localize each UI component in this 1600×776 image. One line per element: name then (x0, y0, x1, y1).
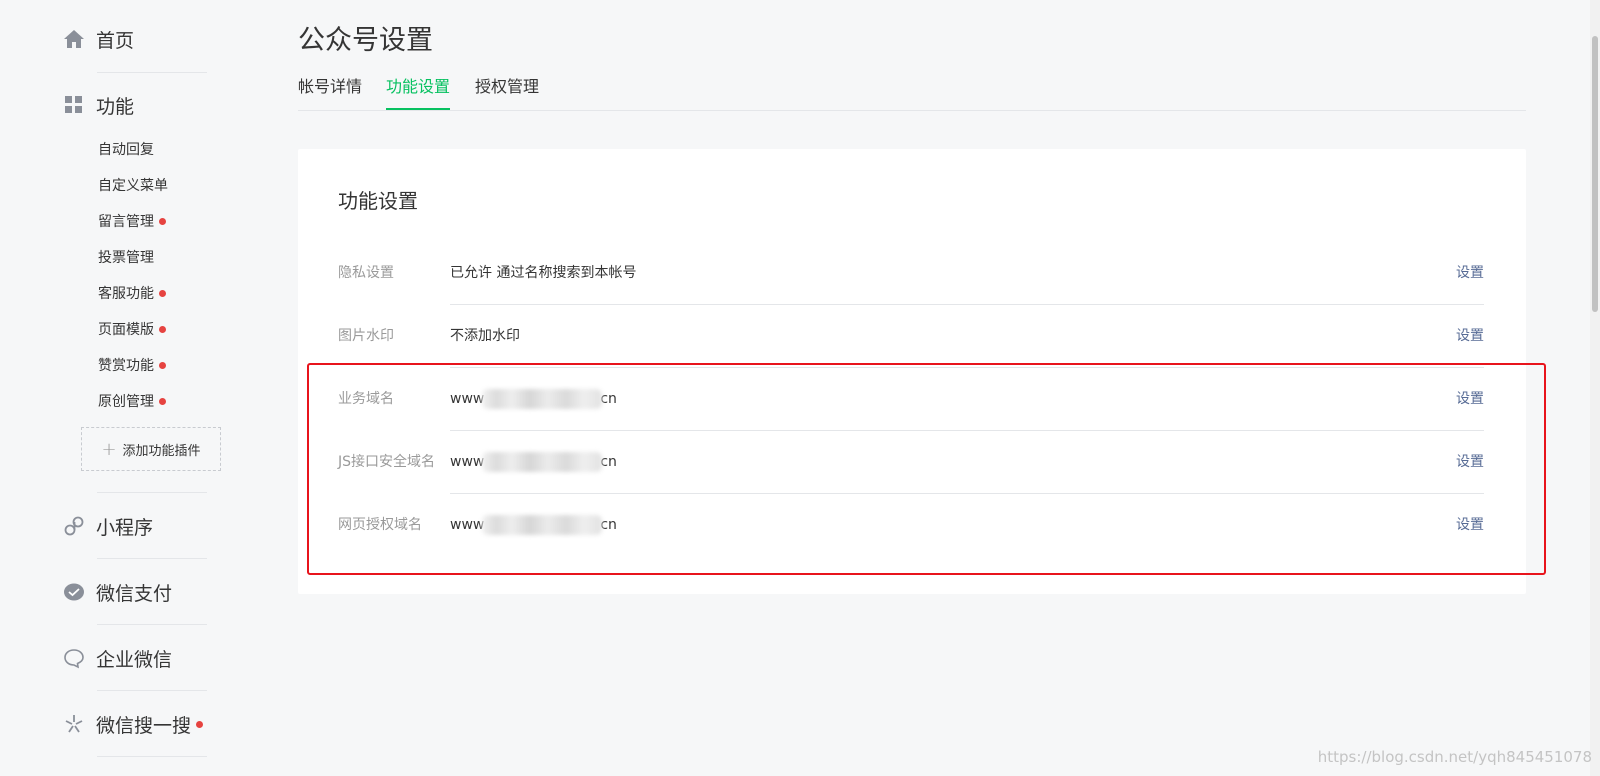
sidebar-item-label: 首页 (96, 29, 135, 52)
notification-dot (159, 325, 166, 333)
setting-label: 隐私设置 (338, 265, 394, 281)
sidebar-item-label: 微信搜一搜 (96, 714, 192, 737)
chat-bubble-icon (62, 646, 86, 670)
sidebar-subitem-label: 客服功能 (98, 286, 154, 302)
sidebar-subitem-label: 赞赏功能 (98, 358, 154, 374)
notification-dot (159, 397, 166, 405)
scrollbar[interactable] (1590, 0, 1600, 776)
tab-account-details[interactable]: 帐号详情 (298, 74, 362, 109)
page: 首页 功能 自动回复 自定义菜单 留言管理 投票管理 客服功能 页面模版 赞赏功… (0, 0, 1600, 776)
sidebar-subitem-voting[interactable]: 投票管理 (98, 246, 154, 268)
plus-icon: + (101, 438, 117, 460)
sidebar-subitem-custom-menu[interactable]: 自定义菜单 (98, 174, 168, 196)
settings-card: 功能设置 隐私设置 已允许 通过名称搜索到本帐号 设置 图片水印 不添加水印 设… (298, 149, 1526, 594)
sidebar-subitem-label: 页面模版 (98, 322, 154, 338)
watermark-set-link[interactable]: 设置 (1456, 305, 1484, 368)
sidebar-divider (97, 624, 207, 625)
sidebar: 首页 功能 自动回复 自定义菜单 留言管理 投票管理 客服功能 页面模版 赞赏功… (0, 0, 221, 776)
notification-dot (159, 361, 166, 369)
setting-value: 不添加水印 (450, 328, 520, 344)
sidebar-subitem-auto-reply[interactable]: 自动回复 (98, 138, 154, 160)
business-domain-set-link[interactable]: 设置 (1456, 368, 1484, 431)
watermark: https://blog.csdn.net/yqh845451078 (1317, 748, 1592, 766)
setting-row-privacy: 隐私设置 已允许 通过名称搜索到本帐号 设置 (338, 242, 1484, 305)
notification-dot (196, 720, 204, 728)
sidebar-item-label: 小程序 (96, 516, 154, 539)
sidebar-subitem-label: 自动回复 (98, 142, 154, 158)
link-icon (62, 514, 86, 538)
domain-prefix: www (450, 391, 485, 407)
sidebar-divider (97, 690, 207, 691)
setting-label: 图片水印 (338, 328, 394, 344)
setting-value: www cn (450, 431, 617, 494)
sidebar-item-home[interactable]: 首页 (62, 24, 134, 54)
setting-row-oauth-domain: 网页授权域名 www cn 设置 (338, 494, 1484, 557)
setting-value: www cn (450, 368, 617, 431)
setting-label: JS接口安全域名 (338, 454, 436, 470)
sidebar-item-wechat-pay[interactable]: 微信支付 (62, 577, 172, 607)
search-sparkle-icon (62, 712, 86, 736)
sidebar-item-wechat-search[interactable]: 微信搜一搜 (62, 709, 204, 739)
home-icon (62, 27, 86, 51)
privacy-set-link[interactable]: 设置 (1456, 242, 1484, 305)
setting-row-watermark: 图片水印 不添加水印 设置 (338, 305, 1484, 368)
blurred-domain (482, 389, 603, 409)
blurred-domain (482, 452, 603, 472)
sidebar-subitem-comments[interactable]: 留言管理 (98, 210, 166, 232)
setting-label: 业务域名 (338, 391, 394, 407)
js-domain-set-link[interactable]: 设置 (1456, 431, 1484, 494)
sidebar-subitem-rewards[interactable]: 赞赏功能 (98, 354, 166, 376)
page-title: 公众号设置 (298, 25, 433, 56)
sidebar-item-label: 微信支付 (96, 582, 173, 605)
card-title: 功能设置 (338, 189, 418, 213)
domain-suffix: cn (600, 517, 617, 533)
sidebar-divider (97, 72, 207, 73)
sidebar-item-label: 功能 (96, 95, 135, 118)
notification-dot (159, 217, 166, 225)
notification-dot (159, 289, 166, 297)
sidebar-item-work-wechat[interactable]: 企业微信 (62, 643, 172, 673)
grid-icon (62, 93, 86, 117)
setting-row-js-domain: JS接口安全域名 www cn 设置 (338, 431, 1484, 494)
tab-authorization[interactable]: 授权管理 (475, 74, 539, 109)
sidebar-subitem-label: 原创管理 (98, 394, 154, 410)
setting-value: 已允许 通过名称搜索到本帐号 (450, 265, 637, 281)
tab-bar: 帐号详情 功能设置 授权管理 (298, 74, 1526, 111)
setting-row-business-domain: 业务域名 www cn 设置 (338, 368, 1484, 431)
sidebar-item-function[interactable]: 功能 (62, 90, 134, 120)
sidebar-subitem-label: 投票管理 (98, 250, 154, 266)
sidebar-subitem-originality[interactable]: 原创管理 (98, 390, 166, 412)
scrollbar-thumb[interactable] (1592, 36, 1598, 312)
domain-prefix: www (450, 454, 485, 470)
sidebar-divider (97, 492, 207, 493)
add-plugin-label: 添加功能插件 (122, 443, 201, 459)
pay-icon (62, 580, 86, 604)
add-plugin-button[interactable]: + 添加功能插件 (81, 427, 221, 471)
sidebar-item-label: 企业微信 (96, 648, 173, 671)
sidebar-subitem-label: 自定义菜单 (98, 178, 168, 194)
oauth-domain-set-link[interactable]: 设置 (1456, 494, 1484, 557)
sidebar-divider (97, 558, 207, 559)
setting-label: 网页授权域名 (338, 517, 422, 533)
domain-suffix: cn (600, 454, 617, 470)
sidebar-subitem-customer-service[interactable]: 客服功能 (98, 282, 166, 304)
sidebar-subitem-label: 留言管理 (98, 214, 154, 230)
sidebar-divider (97, 756, 207, 757)
domain-prefix: www (450, 517, 485, 533)
tab-function-settings[interactable]: 功能设置 (386, 74, 451, 110)
sidebar-item-miniprogram[interactable]: 小程序 (62, 511, 153, 541)
sidebar-subitem-page-templates[interactable]: 页面模版 (98, 318, 166, 340)
blurred-domain (482, 515, 603, 535)
domain-suffix: cn (600, 391, 617, 407)
setting-value: www cn (450, 494, 617, 557)
